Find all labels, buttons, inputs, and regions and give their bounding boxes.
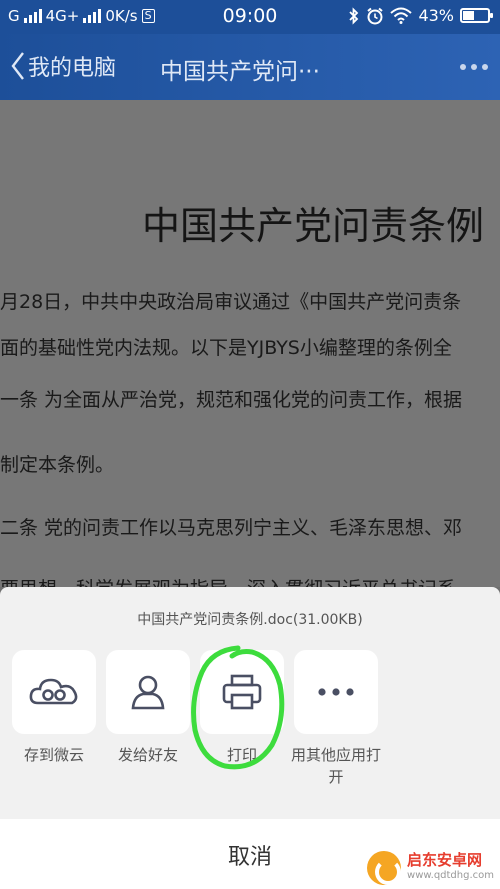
- share-sheet: 中国共产党问责条例.doc(31.00KB) 存到微云 发给好友 打印 用其他应…: [0, 587, 500, 889]
- watermark-logo-icon: [367, 851, 402, 885]
- back-button[interactable]: 我的电脑: [10, 50, 116, 82]
- more-options-icon[interactable]: [460, 64, 488, 70]
- watermark-name: 启东安卓网: [407, 851, 483, 869]
- back-label: 我的电脑: [28, 56, 117, 81]
- send-to-friend-button[interactable]: [106, 650, 190, 734]
- open-with-other-app-label: 用其他应用打开: [290, 746, 381, 786]
- file-name: 中国共产党问责条例.doc(31.00KB): [137, 612, 363, 628]
- save-to-weiyun-label: 存到微云: [23, 746, 84, 764]
- document-heading: 中国共产党问责条例: [142, 204, 485, 248]
- chevron-left-icon: [11, 52, 24, 80]
- watermark: 启东安卓网 www.qdtdhg.com: [367, 851, 494, 885]
- document-paragraph: 面的基础性党内法规。以下是YJBYS小编整理的条例全: [0, 337, 452, 359]
- bluetooth-icon: [349, 6, 359, 25]
- save-to-weiyun-button[interactable]: [12, 650, 96, 734]
- battery-percent: 43%: [418, 6, 454, 25]
- document-paragraph: 要思想、科学发展观为指导，深入贯彻习近平总书记系: [0, 574, 456, 587]
- document-paragraph: 二条 党的问责工作以马克思列宁主义、毛泽东思想、邓: [0, 517, 463, 539]
- battery-fill: [463, 11, 475, 20]
- print-button[interactable]: [200, 650, 284, 734]
- open-with-other-app-button[interactable]: [294, 650, 378, 734]
- person-icon: [131, 675, 165, 710]
- document-paragraph: 一条 为全面从严治党，规范和强化党的问责工作，根据: [0, 389, 463, 411]
- printer-icon: [222, 674, 262, 710]
- title-bar: 我的电脑 中国共产党问···: [0, 34, 500, 100]
- status-right: 43%: [348, 6, 493, 25]
- document-paragraph: 制定本条例。: [0, 454, 115, 476]
- alarm-icon: [367, 7, 384, 24]
- print-label: 打印: [226, 746, 257, 764]
- watermark-url: www.qdtdhg.com: [407, 870, 494, 881]
- page-title: 中国共产党问···: [160, 59, 320, 85]
- document-paragraph: 月28日，中共中央政治局审议通过《中国共产党问责条: [0, 291, 462, 313]
- battery-icon: [460, 8, 493, 23]
- status-bar: G 4G+ 0K/s S 09:00 43%: [0, 0, 500, 34]
- more-icon: [318, 688, 354, 696]
- send-to-friend-label: 发给好友: [117, 746, 178, 764]
- watermark-text: 启东安卓网 www.qdtdhg.com: [407, 852, 494, 884]
- cloud-icon: [29, 678, 78, 705]
- document-preview: 中国共产党问责条例 月28日，中共中央政治局审议通过《中国共产党问责条 面的基础…: [0, 100, 500, 587]
- wifi-icon: [390, 7, 413, 24]
